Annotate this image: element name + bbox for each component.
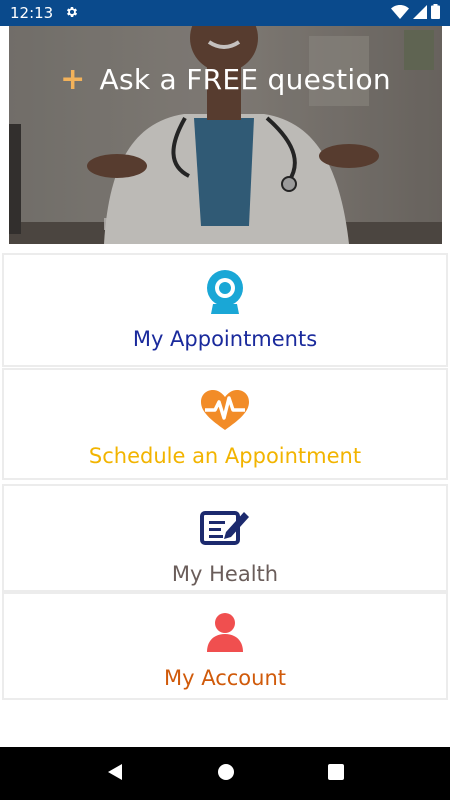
ask-question-banner[interactable]: + Ask a FREE question [9, 26, 442, 244]
ask-question-label: Ask a FREE question [99, 63, 391, 96]
system-nav-bar [0, 747, 450, 800]
notepad-edit-icon [200, 504, 250, 552]
signal-icon [413, 4, 427, 23]
my-appointments-label: My Appointments [132, 327, 318, 351]
gear-icon [65, 4, 79, 23]
plus-icon: + [60, 62, 86, 97]
wifi-icon [391, 4, 409, 23]
user-icon [205, 608, 245, 656]
my-appointments-card[interactable]: My Appointments [2, 253, 448, 367]
schedule-appointment-label: Schedule an Appointment [88, 444, 362, 468]
home-icon[interactable] [217, 763, 235, 785]
status-icons [391, 3, 440, 23]
my-account-label: My Account [163, 666, 286, 690]
my-health-label: My Health [171, 562, 279, 586]
schedule-appointment-card[interactable]: Schedule an Appointment [2, 368, 448, 480]
my-account-card[interactable]: My Account [2, 592, 448, 700]
my-health-card[interactable]: My Health [2, 484, 448, 592]
battery-icon [431, 3, 440, 23]
doctor-photo [9, 26, 442, 244]
back-icon[interactable] [106, 763, 124, 785]
status-bar: 12:13 [0, 0, 450, 26]
recents-icon[interactable] [327, 763, 344, 784]
ask-free-question[interactable]: + Ask a FREE question [9, 62, 442, 97]
webcam-icon [205, 269, 245, 317]
heartbeat-icon [201, 386, 249, 434]
status-time: 12:13 [10, 4, 54, 22]
